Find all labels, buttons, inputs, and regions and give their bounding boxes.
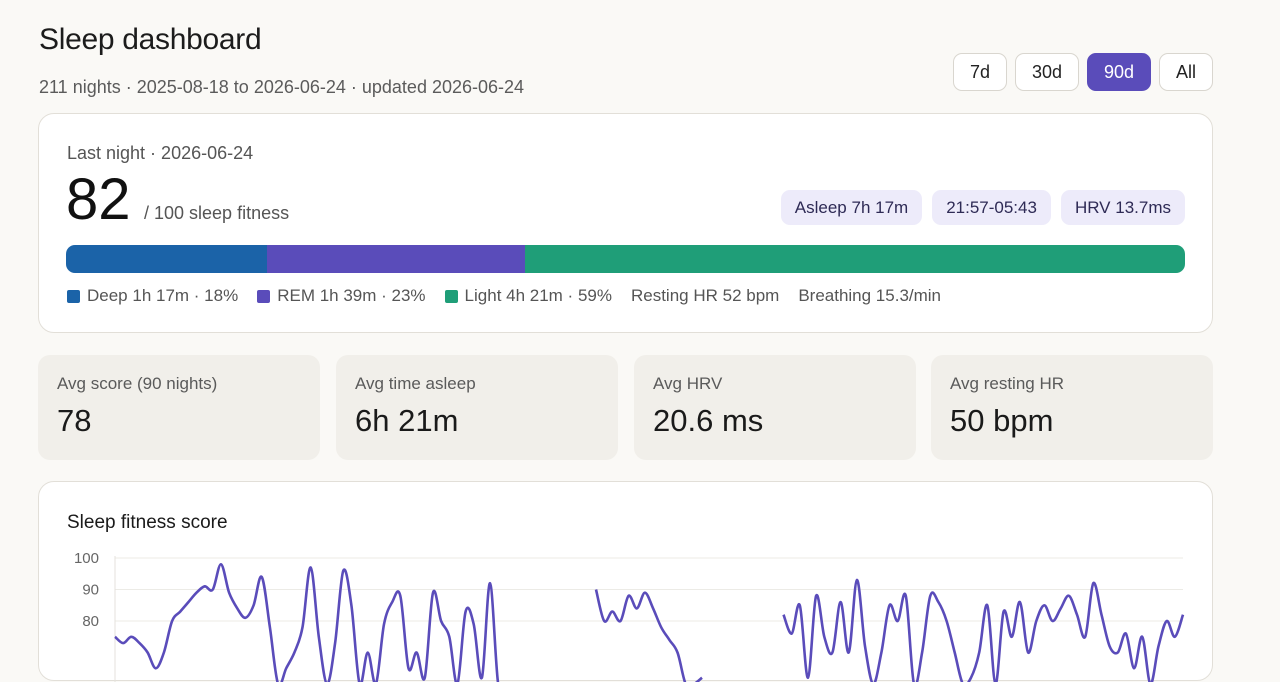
stat-label: Avg time asleep	[355, 374, 476, 393]
rem-swatch	[257, 289, 271, 303]
stat-avg-asleep: Avg time asleep 6h 21m	[336, 355, 618, 460]
stat-avg-hrv: Avg HRV 20.6 ms	[634, 355, 916, 460]
page-subtitle: 211 nights · 2025-08-18 to 2026-06-24 · …	[39, 77, 525, 97]
sleep-score: 82	[66, 167, 131, 232]
legend-deep: Deep 1h 17m · 18%	[67, 286, 238, 306]
light-swatch	[444, 289, 458, 303]
sleep-window-chip: 21:57-05:43	[932, 190, 1051, 225]
legend-deep-label: Deep 1h 17m · 18%	[87, 286, 239, 305]
stat-label: Avg HRV	[653, 374, 723, 393]
range-tab-all[interactable]: All	[1159, 53, 1213, 91]
y-tick-label: 100	[74, 550, 99, 567]
hrv-chip: HRV 13.7ms	[1060, 190, 1185, 225]
stat-value: 20.6 ms	[653, 403, 764, 438]
score-chart-card: Sleep fitness score 100 90 80	[38, 481, 1213, 682]
page-title: Sleep dashboard	[39, 23, 262, 56]
range-selector: 7d 30d 90d All	[953, 53, 1213, 91]
stage-segment-light	[524, 245, 1185, 273]
deep-swatch	[67, 289, 80, 303]
legend-light-label: Light 4h 21m · 59%	[464, 286, 612, 305]
last-night-label: Last night · 2026-06-24	[67, 143, 254, 163]
legend-rem: REM 1h 39m · 23%	[257, 286, 426, 306]
stage-legend: Deep 1h 17m · 18% REM 1h 39m · 23% Light…	[67, 286, 941, 306]
legend-light: Light 4h 21m · 59%	[444, 286, 612, 306]
range-tab-90d[interactable]: 90d	[1087, 53, 1151, 91]
stat-value: 6h 21m	[355, 403, 459, 438]
score-series-line	[114, 562, 1185, 682]
breathing-rate: Breathing 15.3/min	[798, 286, 942, 305]
y-tick-label: 90	[82, 582, 99, 599]
range-tab-7d[interactable]: 7d	[953, 53, 1007, 91]
sleep-stage-bar	[66, 245, 1185, 273]
stat-avg-score: Avg score (90 nights) 78	[38, 355, 320, 460]
asleep-chip: Asleep 7h 17m	[780, 190, 923, 225]
stat-value: 78	[57, 403, 92, 438]
stage-segment-deep	[66, 245, 268, 273]
stage-segment-rem	[267, 245, 525, 273]
summary-chips: Asleep 7h 17m 21:57-05:43 HRV 13.7ms	[780, 190, 1185, 225]
resting-hr: Resting HR 52 bpm	[630, 286, 780, 305]
page-header: Sleep dashboard 211 nights · 2025-08-18 …	[39, 22, 524, 98]
stat-avg-resting-hr: Avg resting HR 50 bpm	[931, 355, 1213, 460]
stat-label: Avg score (90 nights)	[57, 374, 218, 393]
sleep-score-suffix: / 100 sleep fitness	[144, 203, 290, 223]
stat-value: 50 bpm	[950, 403, 1054, 438]
score-line-chart: 100 90 80	[74, 550, 1185, 682]
last-night-card: Last night · 2026-06-24 82 / 100 sleep f…	[38, 113, 1213, 333]
y-tick-label: 80	[82, 613, 99, 630]
range-tab-30d[interactable]: 30d	[1015, 53, 1079, 91]
stat-label: Avg resting HR	[950, 374, 1065, 393]
legend-rem-label: REM 1h 39m · 23%	[277, 286, 426, 305]
